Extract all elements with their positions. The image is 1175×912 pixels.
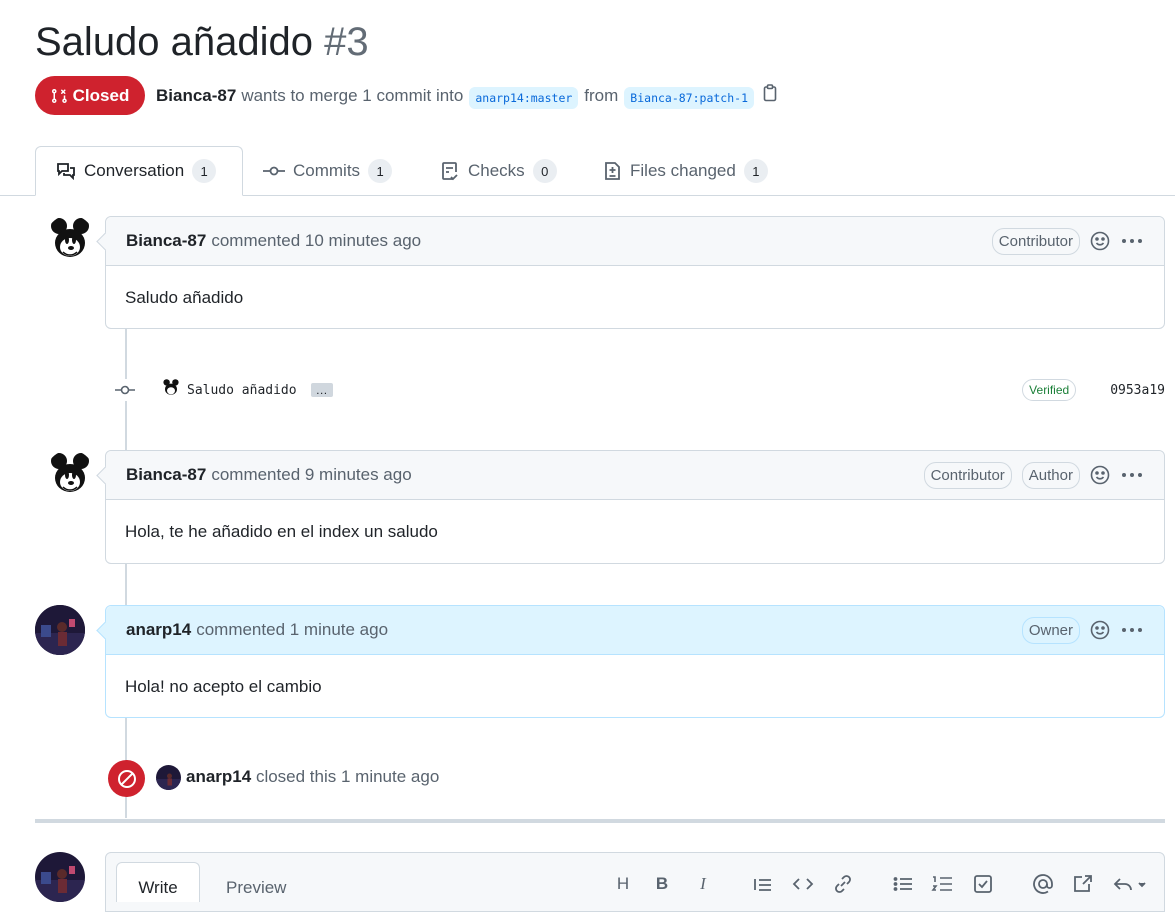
tab-counter: 1 xyxy=(368,159,393,183)
comment-card: Bianca-87 commented 9 minutes ago Contri… xyxy=(96,450,1165,564)
copy-icon[interactable] xyxy=(762,84,778,107)
reference-icon[interactable] xyxy=(1071,872,1095,896)
heading-icon[interactable]: H xyxy=(611,872,635,896)
pr-number: #3 xyxy=(324,20,369,64)
comment-body: Hola! no acepto el cambio xyxy=(125,677,322,696)
verified-badge[interactable]: Verified xyxy=(1022,379,1077,401)
tab-label: Checks xyxy=(468,161,525,180)
smiley-icon[interactable] xyxy=(1090,465,1110,485)
code-icon[interactable] xyxy=(791,872,815,896)
head-ref[interactable]: Bianca-87:patch-1 xyxy=(624,86,754,109)
checklist-icon xyxy=(442,162,458,181)
closed-actor[interactable]: anarp14 xyxy=(186,767,251,786)
git-commit-icon xyxy=(114,379,136,401)
tasklist-icon[interactable] xyxy=(971,872,995,896)
closed-event-text: closed this 1 minute ago xyxy=(255,767,440,786)
mickey-avatar-icon xyxy=(45,450,95,500)
merge-text: wants to merge 1 commit into xyxy=(241,85,464,105)
tab-counter: 1 xyxy=(743,159,768,183)
page-title: Saludo añadido #3 xyxy=(35,18,369,66)
comment-body: Saludo añadido xyxy=(125,288,244,307)
git-pull-request-closed-icon xyxy=(51,88,67,103)
tab-checks[interactable]: Checks 0 xyxy=(440,146,557,196)
state-label: Closed xyxy=(72,85,130,105)
tab-commits[interactable]: Commits 1 xyxy=(263,146,393,196)
user-avatar-icon xyxy=(35,605,85,655)
author-badge: Author xyxy=(1021,461,1080,489)
commit-sha[interactable]: 0953a19 xyxy=(1110,383,1165,398)
pr-title-text: Saludo añadido xyxy=(35,20,314,64)
smiley-icon[interactable] xyxy=(1090,620,1110,640)
kebab-horizontal-icon[interactable] xyxy=(1120,465,1144,485)
comment-header: Bianca-87 commented 9 minutes ago Contri… xyxy=(106,451,1164,500)
reply-icon[interactable] xyxy=(1111,872,1151,896)
git-commit-icon xyxy=(263,166,285,176)
comment-author[interactable]: Bianca-87 xyxy=(126,465,206,485)
closed-actor-avatar[interactable] xyxy=(156,765,181,790)
tab-files-changed[interactable]: Files changed 1 xyxy=(602,146,768,196)
tab-conversation[interactable]: Conversation 1 xyxy=(35,146,243,196)
pr-author-link[interactable]: Bianca-87 xyxy=(156,86,236,106)
bold-icon[interactable]: B xyxy=(650,872,674,896)
mention-icon[interactable] xyxy=(1031,872,1055,896)
comment-body: Hola, te he añadido en el index un salud… xyxy=(125,522,438,541)
commit-author-avatar[interactable] xyxy=(161,378,181,403)
tab-label: Files changed xyxy=(630,161,736,180)
tab-label: Conversation xyxy=(84,161,185,180)
unordered-list-icon[interactable] xyxy=(891,872,915,896)
write-tab[interactable]: Write xyxy=(116,862,200,902)
comment-card: anarp14 commented 1 minute ago Owner Hol… xyxy=(96,605,1165,718)
from-text: from xyxy=(584,85,619,105)
comment-header: Bianca-87 commented 10 minutes ago Contr… xyxy=(106,217,1164,266)
user-avatar-icon xyxy=(35,852,85,902)
mickey-avatar-icon xyxy=(45,215,95,265)
kebab-horizontal-icon[interactable] xyxy=(1120,231,1144,251)
comment-author[interactable]: Bianca-87 xyxy=(126,231,206,251)
state-badge: Closed xyxy=(35,76,145,115)
commit-row: Saludo añadido … Verified 0953a19 xyxy=(114,375,1165,405)
closed-event: anarp14 closed this 1 minute ago xyxy=(186,767,439,787)
timeline-end-divider xyxy=(35,819,1165,823)
tab-label: Commits xyxy=(293,161,361,180)
comment-meta[interactable]: commented 1 minute ago xyxy=(196,620,388,640)
italic-icon[interactable]: I xyxy=(691,872,715,896)
comment-author[interactable]: anarp14 xyxy=(126,620,191,640)
file-diff-icon xyxy=(605,162,620,180)
comment-meta[interactable]: commented 9 minutes ago xyxy=(211,465,411,485)
avatar[interactable] xyxy=(45,215,95,265)
kebab-horizontal-icon[interactable] xyxy=(1120,620,1144,640)
pr-meta: Bianca-87 wants to merge 1 commit into a… xyxy=(156,84,778,109)
avatar[interactable] xyxy=(35,852,85,902)
owner-badge: Owner xyxy=(1021,616,1080,644)
tab-counter: 1 xyxy=(192,159,217,183)
quote-icon[interactable] xyxy=(751,872,775,896)
comment-meta[interactable]: commented 10 minutes ago xyxy=(211,231,421,251)
base-ref[interactable]: anarp14:master xyxy=(469,86,579,109)
comment-header: anarp14 commented 1 minute ago Owner xyxy=(106,606,1164,655)
ordered-list-icon[interactable] xyxy=(930,872,954,896)
commit-expand-button[interactable]: … xyxy=(310,383,333,397)
contributor-badge: Contributor xyxy=(923,461,1012,489)
circle-slash-icon xyxy=(108,760,145,797)
avatar[interactable] xyxy=(35,605,85,655)
avatar[interactable] xyxy=(45,450,95,500)
write-tab-label: Write xyxy=(138,878,178,897)
link-icon[interactable] xyxy=(831,872,855,896)
comment-card: Bianca-87 commented 10 minutes ago Contr… xyxy=(96,216,1165,329)
tab-counter: 0 xyxy=(532,159,557,183)
smiley-icon[interactable] xyxy=(1090,231,1110,251)
commit-message[interactable]: Saludo añadido xyxy=(187,383,297,398)
contributor-badge: Contributor xyxy=(991,227,1080,255)
comment-discussion-icon xyxy=(57,163,75,180)
preview-tab[interactable]: Preview xyxy=(226,878,286,898)
